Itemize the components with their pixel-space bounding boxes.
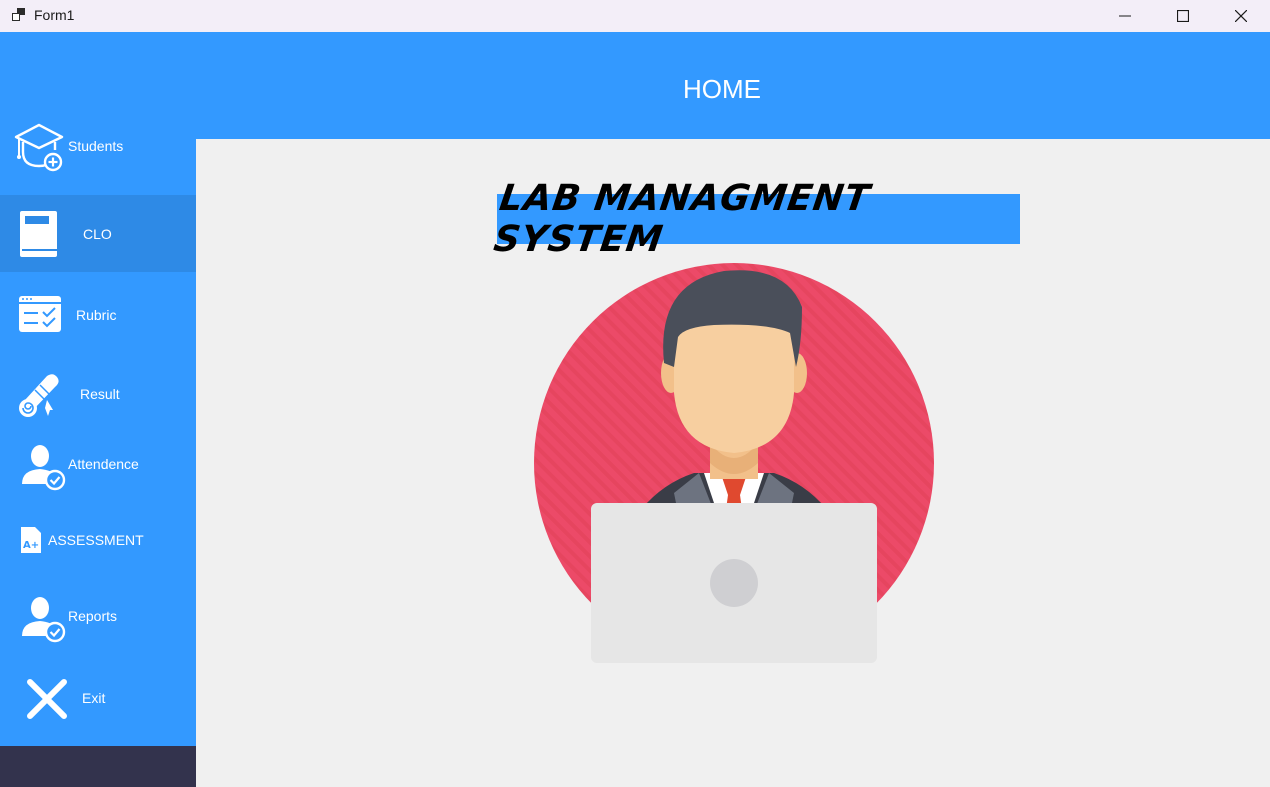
sidebar-item-label: Exit [82, 690, 106, 706]
sidebar-item-label: Reports [68, 608, 118, 624]
sidebar-item-label: Result [80, 386, 120, 402]
user-check-icon [22, 445, 66, 491]
page-title: HOME [683, 74, 761, 104]
sidebar-item-label: CLO [83, 226, 112, 242]
sidebar-item-clo[interactable]: CLO [0, 195, 196, 272]
sidebar-item-result[interactable]: Result [0, 352, 196, 432]
grade-document-icon: A+ [21, 527, 41, 553]
minimize-icon [1119, 15, 1131, 17]
close-x-icon [27, 679, 67, 719]
diploma-scroll-icon [19, 374, 59, 417]
sidebar-item-label: Students [68, 138, 124, 154]
sidebar-item-label: Attendence [68, 456, 139, 472]
minimize-button[interactable] [1096, 0, 1154, 32]
sidebar-item-label: ASSESSMENT [48, 532, 144, 548]
sidebar-item-assessment[interactable]: A+ ASSESSMENT [0, 508, 196, 584]
sidebar-item-attendence[interactable]: Attendence [0, 432, 196, 508]
app-icon [12, 8, 25, 21]
sidebar-item-exit[interactable]: Exit [0, 664, 196, 746]
checklist-window-icon [19, 296, 61, 332]
sidebar: Students CLO Rubric Result Attendence A+… [0, 32, 196, 746]
book-icon [20, 211, 57, 257]
person-at-laptop-icon [534, 263, 934, 663]
window-title: Form1 [34, 7, 75, 23]
user-check-icon [22, 597, 66, 643]
app-banner: Lab Managment System [491, 178, 1020, 260]
page-header: HOME [196, 32, 1270, 139]
sidebar-item-students[interactable]: Students [0, 110, 196, 195]
close-icon [1235, 10, 1247, 22]
sidebar-item-rubric[interactable]: Rubric [0, 272, 196, 352]
banner-text: Lab Managment System [491, 178, 873, 260]
close-button[interactable] [1212, 0, 1270, 32]
sidebar-item-reports[interactable]: Reports [0, 584, 196, 664]
svg-text:A+: A+ [23, 540, 39, 551]
student-add-icon [14, 123, 64, 172]
window-titlebar: Form1 [0, 0, 1270, 32]
sidebar-item-label: Rubric [76, 307, 117, 323]
main-content: Lab Managment System [196, 139, 1270, 787]
maximize-button[interactable] [1154, 0, 1212, 32]
maximize-icon [1177, 10, 1189, 22]
sidebar-footer [0, 746, 196, 787]
